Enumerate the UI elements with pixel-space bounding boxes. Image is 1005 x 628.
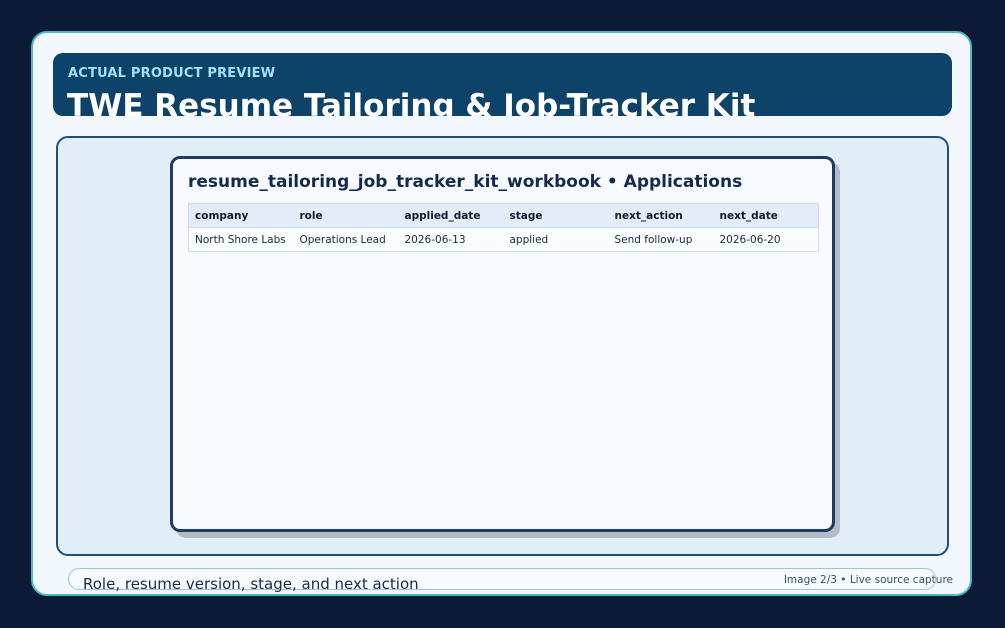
applications-table: company role applied_date stage next_act… (188, 203, 819, 252)
column-header-company[interactable]: company (188, 203, 294, 228)
column-header-applied-date[interactable]: applied_date (398, 203, 504, 228)
sheet-title: resume_tailoring_job_tracker_kit_workboo… (188, 172, 743, 192)
column-header-next-date[interactable]: next_date (713, 203, 819, 228)
cell-stage[interactable]: applied (503, 227, 609, 252)
eyebrow-label: ACTUAL PRODUCT PREVIEW (68, 66, 276, 81)
image-counter: Image 2/3 • Live source capture (783, 574, 953, 586)
header-banner: ACTUAL PRODUCT PREVIEW TWE Resume Tailor… (53, 53, 952, 116)
cell-applied-date[interactable]: 2026-06-13 (398, 227, 504, 252)
caption-text: Role, resume version, stage, and next ac… (83, 575, 419, 593)
cell-company[interactable]: North Shore Labs (188, 227, 294, 252)
cell-next-action[interactable]: Send follow-up (608, 227, 714, 252)
column-header-role[interactable]: role (293, 203, 399, 228)
workbook-sheet: resume_tailoring_job_tracker_kit_workboo… (170, 156, 835, 532)
cell-role[interactable]: Operations Lead (293, 227, 399, 252)
column-header-stage[interactable]: stage (503, 203, 609, 228)
cell-next-date[interactable]: 2026-06-20 (713, 227, 819, 252)
table-header-row: company role applied_date stage next_act… (188, 203, 819, 228)
product-title: TWE Resume Tailoring & Job-Tracker Kit (67, 88, 756, 116)
column-header-next-action[interactable]: next_action (608, 203, 714, 228)
table-row[interactable]: North Shore Labs Operations Lead 2026-06… (188, 227, 819, 252)
